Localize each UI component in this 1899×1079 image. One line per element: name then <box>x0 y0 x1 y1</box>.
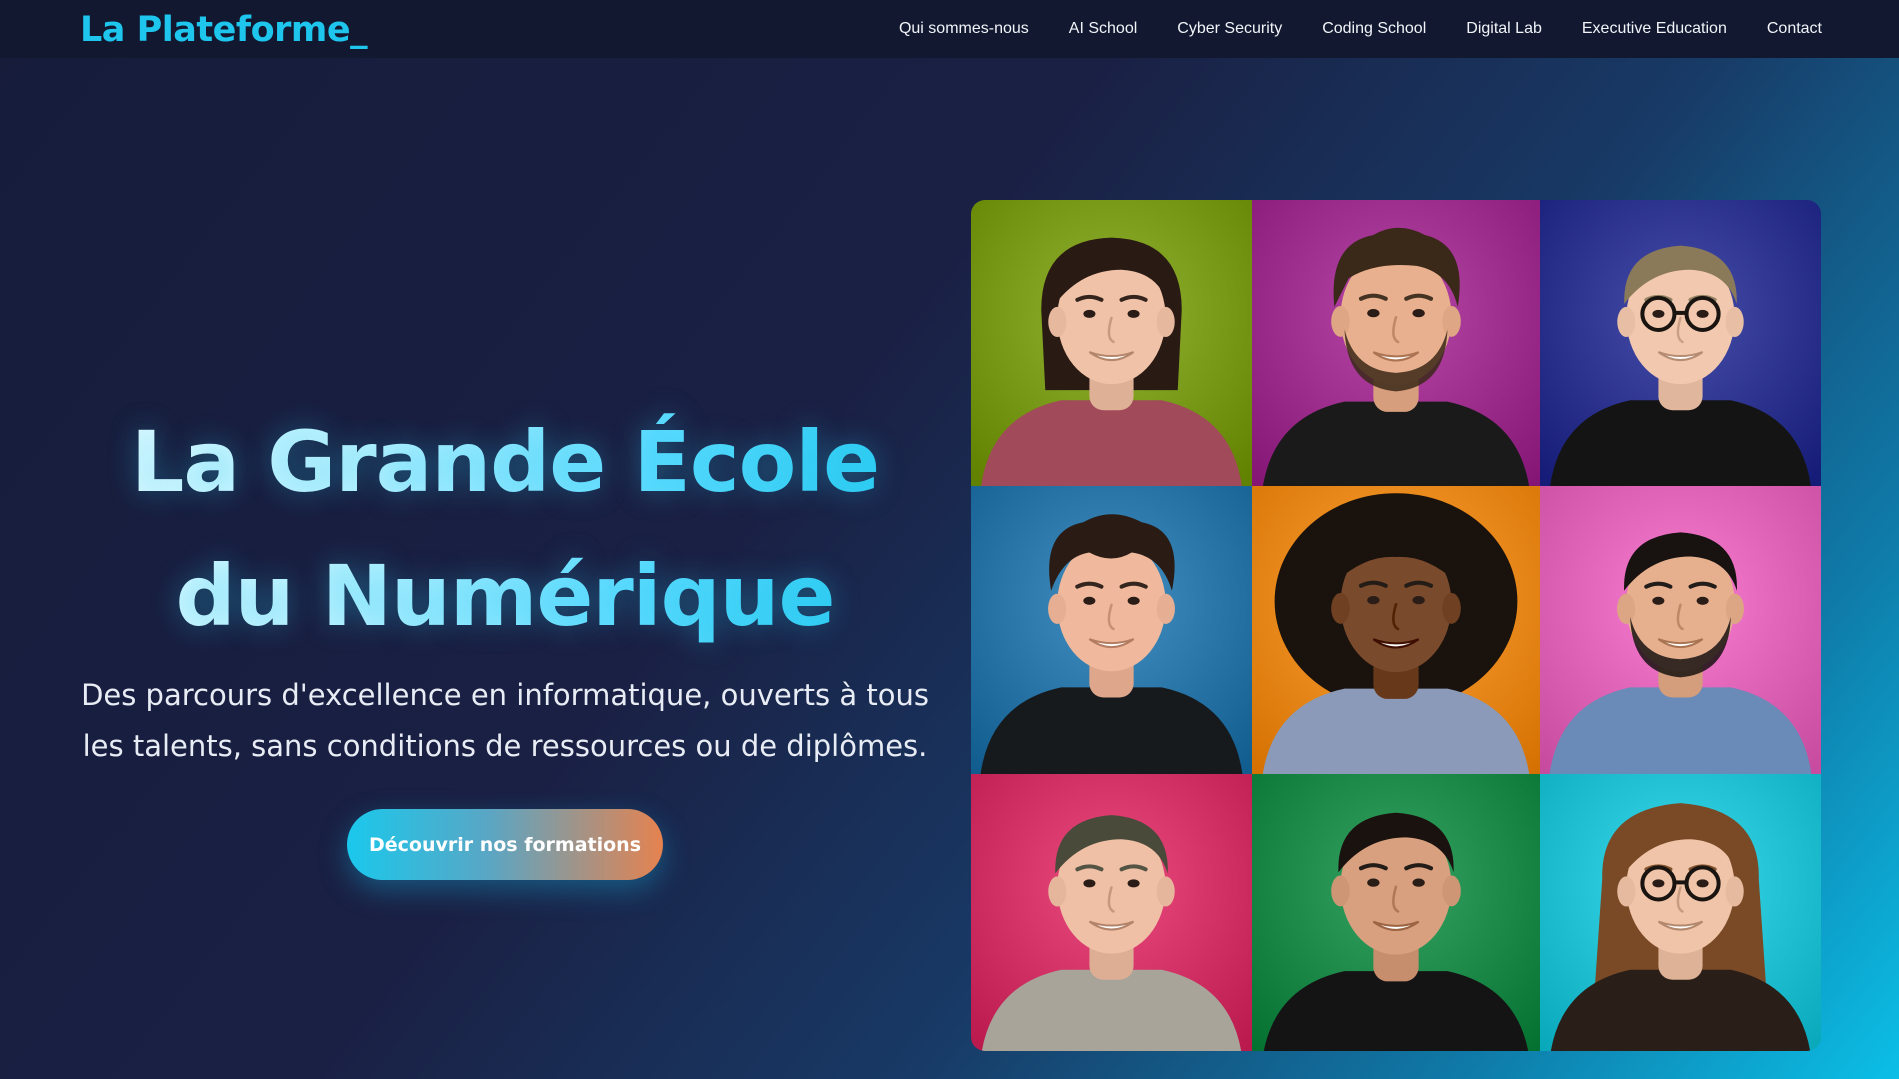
site-logo[interactable]: La Plateforme_ <box>80 8 368 52</box>
hero-title: La Grande École du Numérique <box>90 395 920 663</box>
hero-subtitle: Des parcours d'excellence en informatiqu… <box>81 678 929 763</box>
nav-item-contact[interactable]: Contact <box>1767 20 1822 38</box>
top-navbar: La Plateforme_ Qui sommes-nous AI School… <box>0 0 1899 58</box>
portrait-photo <box>1252 486 1540 774</box>
main-nav: Qui sommes-nous AI School Cyber Security… <box>899 0 1822 58</box>
portrait-photo <box>1252 200 1540 486</box>
nav-item-ai-school[interactable]: AI School <box>1069 20 1137 38</box>
nav-item-coding-school[interactable]: Coding School <box>1322 20 1426 38</box>
portrait-photo <box>1252 774 1540 1051</box>
portrait-photo <box>1540 774 1821 1051</box>
discover-courses-button[interactable]: Découvrir nos formations <box>347 809 663 880</box>
portrait-photo <box>971 200 1252 486</box>
portrait-photo <box>1540 200 1821 486</box>
nav-item-executive-education[interactable]: Executive Education <box>1582 20 1727 38</box>
portrait-photo <box>1540 486 1821 774</box>
nav-item-qui-sommes-nous[interactable]: Qui sommes-nous <box>899 20 1029 38</box>
portrait-grid <box>971 200 1821 1051</box>
nav-item-cyber-security[interactable]: Cyber Security <box>1177 20 1282 38</box>
nav-item-digital-lab[interactable]: Digital Lab <box>1466 20 1542 38</box>
portrait-photo <box>971 774 1252 1051</box>
portrait-photo <box>971 486 1252 774</box>
